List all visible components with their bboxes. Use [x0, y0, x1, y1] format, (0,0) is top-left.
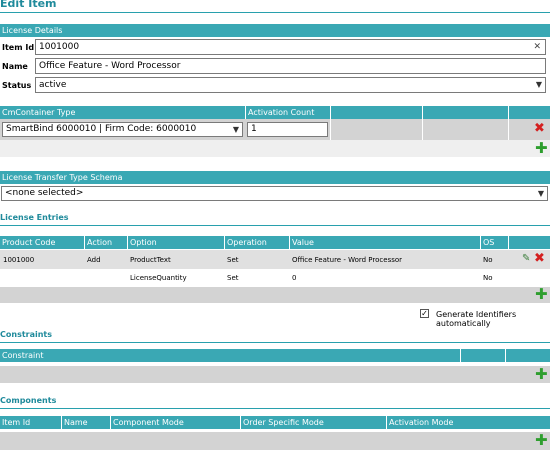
item-id-label: Item Id [2, 43, 35, 52]
license-entries-footer [0, 287, 550, 303]
container-type-value: SmartBind 6000010 | Firm Code: 6000010 [6, 124, 197, 134]
cell-option: ProductText [130, 256, 171, 264]
constraints-header: Constraint [0, 349, 550, 362]
col-option: Option [127, 236, 224, 249]
activation-count-input[interactable]: 1 [247, 122, 328, 137]
add-icon[interactable]: ✚ [535, 287, 548, 302]
cell-operation: Set [227, 274, 239, 282]
name-label: Name [2, 62, 28, 71]
constraints-title: Constraints [0, 330, 53, 339]
col-divider [330, 119, 331, 140]
section-divider [0, 408, 550, 409]
add-icon[interactable]: ✚ [535, 367, 548, 382]
add-icon[interactable]: ✚ [535, 433, 548, 448]
item-id-field[interactable]: 1001000 ✕ [35, 39, 546, 55]
container-type-select[interactable]: SmartBind 6000010 | Firm Code: 6000010 ▼ [2, 122, 243, 137]
col-name: Name [61, 416, 110, 429]
col-empty-1 [330, 106, 422, 119]
generate-identifiers-label: Generate Identifiers automatically [436, 310, 517, 328]
col-constraint: Constraint [2, 351, 44, 360]
chevron-down-icon: ▼ [535, 80, 542, 89]
col-product-code: Product Code [2, 238, 56, 247]
transfer-schema-header: License Transfer Type Schema [0, 171, 550, 184]
container-footer [0, 140, 550, 157]
components-header: Item Id Name Component Mode Order Specif… [0, 416, 550, 429]
license-entries-title: License Entries [0, 213, 69, 222]
container-table-header: CmContainer Type Activation Count [0, 106, 550, 119]
col-activation-count: Activation Count [245, 106, 330, 119]
cell-operation: Set [227, 256, 239, 264]
add-icon[interactable]: ✚ [535, 141, 548, 156]
col-empty-2 [422, 106, 508, 119]
item-id-value: 1001000 [39, 42, 80, 52]
title-divider [0, 12, 550, 13]
clear-icon[interactable]: ✕ [533, 40, 541, 54]
table-row[interactable]: 1001000 Add ProductText Set Office Featu… [0, 250, 550, 269]
col-os: OS [480, 236, 508, 249]
cell-value: Office Feature - Word Processor [292, 256, 403, 264]
license-entries-header: Product Code Action Option Operation Val… [0, 236, 550, 249]
license-details-header: License Details [0, 24, 550, 37]
col-activation-mode: Activation Mode [386, 416, 550, 429]
col-container-type: CmContainer Type [2, 108, 76, 117]
generate-identifiers-checkbox[interactable]: ✓ [420, 309, 429, 318]
transfer-schema-select[interactable]: <none selected> ▼ [1, 186, 548, 201]
section-divider [0, 225, 550, 226]
section-divider [0, 342, 550, 343]
name-field[interactable]: Office Feature - Word Processor [35, 58, 546, 74]
col-order-specific-mode: Order Specific Mode [240, 416, 386, 429]
col-action: Action [84, 236, 127, 249]
col-actions [508, 236, 550, 249]
col-divider [508, 119, 509, 140]
activation-count-value: 1 [251, 124, 257, 134]
constraints-footer [0, 366, 550, 383]
col-divider [422, 119, 423, 140]
col-empty-1 [460, 349, 505, 362]
delete-icon[interactable]: ✖ [534, 251, 545, 266]
status-select[interactable]: active ▼ [35, 77, 546, 93]
cell-os: No [483, 256, 493, 264]
col-component-mode: Component Mode [110, 416, 240, 429]
cell-value: 0 [292, 274, 297, 282]
col-item-id: Item Id [2, 418, 31, 427]
status-value: active [39, 80, 67, 90]
cell-product-code: 1001000 [3, 256, 35, 264]
delete-icon[interactable]: ✖ [534, 121, 545, 136]
edit-icon[interactable]: ✎ [522, 253, 530, 264]
chevron-down-icon: ▼ [537, 189, 544, 198]
col-empty-2 [505, 349, 550, 362]
cell-os: No [483, 274, 493, 282]
col-empty-3 [508, 106, 550, 119]
col-operation: Operation [224, 236, 289, 249]
col-value: Value [289, 236, 480, 249]
transfer-schema-value: <none selected> [5, 188, 84, 198]
page-title: Edit Item [0, 0, 57, 10]
table-row[interactable]: LicenseQuantity Set 0 No [0, 269, 550, 287]
cell-action: Add [87, 256, 101, 264]
components-footer [0, 432, 550, 450]
status-label: Status [2, 81, 32, 90]
chevron-down-icon: ▼ [232, 125, 239, 134]
components-title: Components [0, 396, 57, 405]
name-value: Office Feature - Word Processor [39, 61, 181, 71]
cell-option: LicenseQuantity [130, 274, 187, 282]
